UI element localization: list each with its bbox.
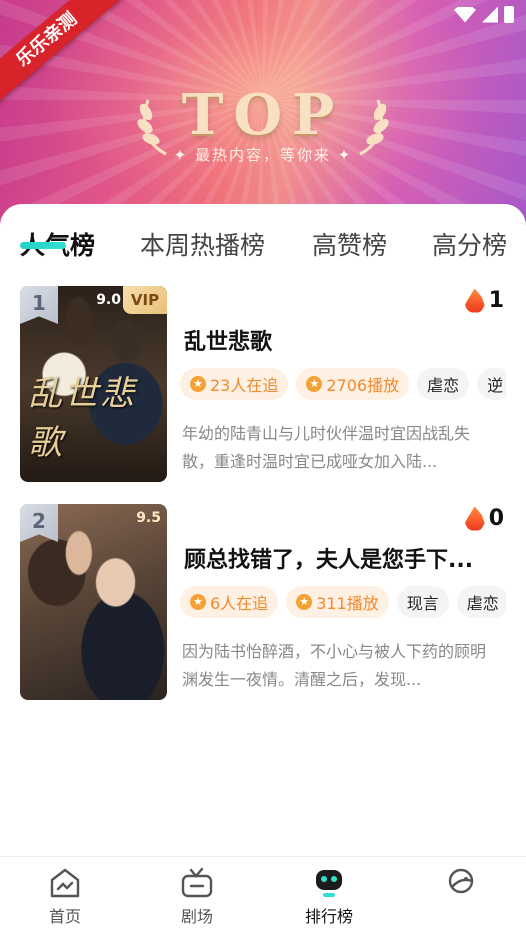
wifi-icon [454,6,476,23]
genre-tag: 现言 [396,586,449,618]
tag-row: 23人在追 2706播放虐恋逆 [180,368,506,402]
nav-label: 排行榜 [304,907,353,926]
plays-count: 2706播放 [326,376,400,395]
followers-count: 6人在追 [210,594,269,613]
tab-top-rated[interactable]: 高分榜 [432,226,507,262]
drama-card[interactable]: 2 9.5 0 顾总找错了，夫人是您手下... 6人在追 311播放现言虐恋 因为… [20,504,506,700]
plays-tag: 2706播放 [296,368,410,400]
genre-tag: 虐恋 [456,586,506,618]
plays-tag: 311播放 [286,586,389,618]
nav-ranking[interactable]: 排行榜 [279,867,379,927]
followers-tag: 6人在追 [180,586,279,618]
vip-badge: VIP [123,286,167,314]
status-bar [454,6,514,23]
tag-row: 6人在追 311播放现言虐恋 [180,586,506,620]
followers-count: 23人在追 [210,376,279,395]
nav-profile[interactable] [411,867,511,903]
star-icon [306,376,323,392]
profile-icon [448,868,474,894]
tab-most-liked[interactable]: 高赞榜 [312,226,387,262]
tab-weekly-hot[interactable]: 本周热播榜 [140,226,265,262]
heat-value: 0 [488,506,504,531]
star-icon [190,376,206,392]
rank-badge: 1 [20,286,58,324]
ranking-tabs: 人气榜 本周热播榜 高赞榜 高分榜 [0,226,526,266]
drama-description: 因为陆书怡醉酒，不小心与被人下药的顾明渊发生一夜情。清醒之后，发现... [182,642,487,689]
star-icon [296,594,313,610]
battery-icon [504,6,514,23]
heat-indicator: 0 [464,506,504,531]
drama-description: 年幼的陆青山与儿时伙伴温时宜因战乱失散，重逢时温时宜已成哑女加入陆... [182,424,471,471]
signal-icon [482,6,498,23]
drama-poster[interactable]: 2 9.5 [20,504,167,700]
top-logo: TOP [181,82,345,148]
drama-title[interactable]: 顾总找错了，夫人是您手下... [184,542,473,574]
drama-title[interactable]: 乱世悲歌 [184,324,272,356]
genre-tag: 逆 [477,368,506,400]
poster-title-art: 乱世悲歌 [28,374,136,463]
star-icon [190,594,206,610]
home-icon [50,868,80,898]
ranking-robot-icon [316,870,342,897]
score-label: 9.0 [96,292,121,308]
drama-poster[interactable]: 1 9.0 VIP 乱世悲歌 [20,286,167,482]
flame-icon [464,506,485,531]
banner-subtitle: ✦ 最热内容，等你来 ✦ [173,146,353,164]
rank-badge: 2 [20,504,58,542]
nav-label: 首页 [48,907,81,926]
heat-indicator: 1 [464,288,504,313]
plays-count: 311播放 [316,594,379,613]
active-tab-indicator [20,242,66,249]
followers-tag: 23人在追 [180,368,289,400]
nav-home[interactable]: 首页 [15,867,115,927]
bottom-nav: 首页 剧场 排行榜 [0,856,526,936]
nav-label: 剧场 [180,907,213,926]
top-banner: 乐乐亲测 TOP ✦ 最热内容，等你来 ✦ [0,0,526,230]
heat-value: 1 [488,288,504,313]
genre-tag: 虐恋 [417,368,470,400]
drama-card[interactable]: 1 9.0 VIP 乱世悲歌 1 乱世悲歌 23人在追 2706播放虐恋逆 年幼的… [20,286,506,482]
tv-icon [181,867,213,898]
nav-theater[interactable]: 剧场 [147,867,247,927]
score-label: 9.5 [136,510,161,526]
flame-icon [464,288,485,313]
